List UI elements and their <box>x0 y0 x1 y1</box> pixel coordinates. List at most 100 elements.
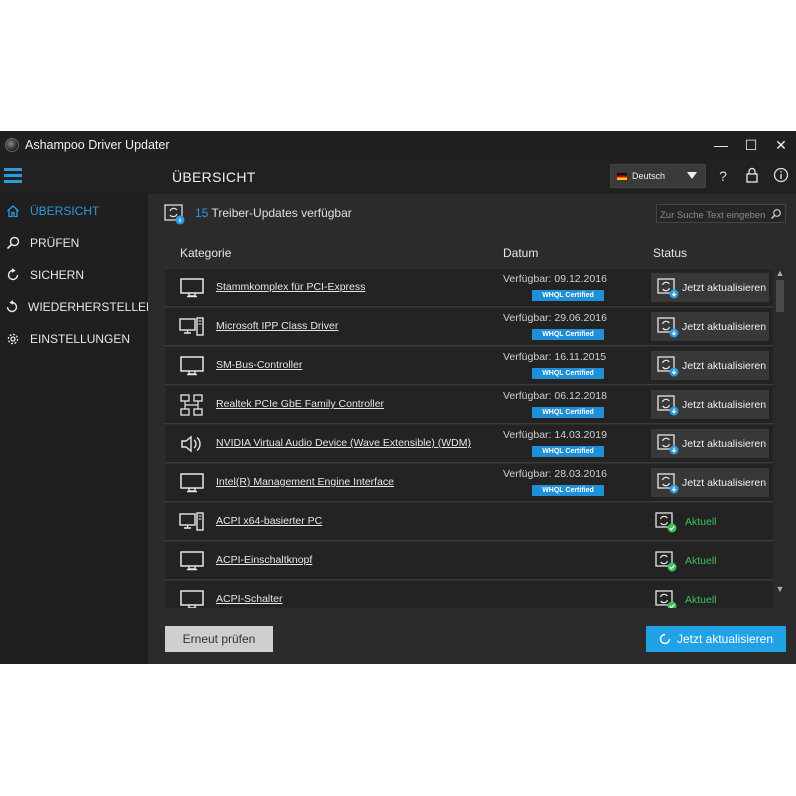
column-header-status: Status <box>653 246 688 260</box>
caret-down-icon <box>687 172 697 179</box>
up-to-date-icon <box>655 589 677 608</box>
update-all-label: Jetzt aktualisieren <box>676 632 774 646</box>
update-available-icon <box>657 394 679 416</box>
sidebar-item-label: PRÜFEN <box>30 236 80 250</box>
window-controls: — ☐ ✕ <box>706 131 796 159</box>
hamburger-menu-icon[interactable] <box>4 168 22 184</box>
update-driver-button[interactable]: Jetzt aktualisieren <box>651 429 769 458</box>
restore-icon <box>5 299 19 315</box>
column-header-date: Datum <box>503 246 539 260</box>
table-row[interactable]: ACPI-Einschaltknopf Aktuell <box>165 542 773 580</box>
sidebar-item-restore[interactable]: WIEDERHERSTELLEN <box>0 292 155 322</box>
update-driver-button[interactable]: Jetzt aktualisieren <box>651 312 769 341</box>
driver-name-link[interactable]: Microsoft IPP Class Driver <box>216 320 338 332</box>
whql-badge: WHQL Certified <box>532 368 604 379</box>
whql-badge: WHQL Certified <box>532 446 604 457</box>
sidebar-item-overview[interactable]: ÜBERSICHT <box>0 196 148 226</box>
status-current: Aktuell <box>655 511 717 533</box>
table-row[interactable]: Stammkomplex für PCI-Express Verfügbar: 0… <box>165 269 773 307</box>
driver-name-link[interactable]: Stammkomplex für PCI-Express <box>216 281 365 293</box>
sidebar-item-check[interactable]: PRÜFEN <box>0 228 148 258</box>
status-current-label: Aktuell <box>685 516 717 528</box>
table-row[interactable]: ACPI-Schalter Aktuell <box>165 581 773 608</box>
available-date: Verfügbar: 29.06.2016 <box>503 312 607 324</box>
status-current-label: Aktuell <box>685 594 717 606</box>
search-icon[interactable] <box>770 207 782 219</box>
update-button-label: Jetzt aktualisieren <box>682 281 767 294</box>
close-button[interactable]: ✕ <box>766 131 796 159</box>
maximize-button[interactable]: ☐ <box>736 131 766 159</box>
network-icon <box>179 394 205 416</box>
lock-icon[interactable] <box>743 167 761 185</box>
driver-name-link[interactable]: NVIDIA Virtual Audio Device (Wave Extens… <box>216 437 471 449</box>
search-input[interactable] <box>657 207 769 224</box>
table-row[interactable]: ACPI x64-basierter PC Aktuell <box>165 503 773 541</box>
whql-badge: WHQL Certified <box>532 329 604 340</box>
backup-icon <box>5 267 21 283</box>
monitor-icon <box>179 589 205 608</box>
update-button-label: Jetzt aktualisieren <box>682 359 767 372</box>
search-icon <box>5 235 21 251</box>
update-available-icon <box>657 433 679 455</box>
update-available-icon <box>657 355 679 377</box>
scroll-down-icon[interactable]: ▼ <box>775 584 785 594</box>
german-flag-icon <box>617 172 627 180</box>
table-header: Kategorie Datum Status <box>165 238 787 266</box>
sidebar-item-backup[interactable]: SICHERN <box>0 260 148 290</box>
language-label: Deutsch <box>632 171 666 181</box>
available-date: Verfügbar: 16.11.2015 <box>503 351 607 363</box>
info-icon[interactable] <box>772 167 790 185</box>
table-row[interactable]: Realtek PCIe GbE Family Controller Verfüg… <box>165 386 773 424</box>
whql-badge: WHQL Certified <box>532 290 604 301</box>
available-date: Verfügbar: 14.03.2019 <box>503 429 607 441</box>
table-row[interactable]: NVIDIA Virtual Audio Device (Wave Extens… <box>165 425 773 463</box>
refresh-icon <box>659 633 671 645</box>
sidebar-item-label: EINSTELLUNGEN <box>30 332 131 346</box>
update-available-icon <box>657 316 679 338</box>
driver-table: Kategorie Datum Status Stammkomplex für … <box>165 238 787 608</box>
sidebar: ÜBERSICHT PRÜFEN SICHERN WIEDERHERSTELLE… <box>0 194 155 664</box>
driver-name-link[interactable]: ACPI-Einschaltknopf <box>216 554 312 566</box>
recheck-button[interactable]: Erneut prüfen <box>165 626 273 652</box>
table-row[interactable]: SM-Bus-Controller Verfügbar: 16.11.2015 WH… <box>165 347 773 385</box>
driver-update-icon <box>164 203 186 225</box>
language-select[interactable]: Deutsch <box>610 164 706 188</box>
up-to-date-icon <box>655 511 677 533</box>
whql-badge: WHQL Certified <box>532 407 604 418</box>
driver-name-link[interactable]: SM-Bus-Controller <box>216 359 302 371</box>
update-all-button[interactable]: Jetzt aktualisieren <box>646 626 786 652</box>
updates-summary-text: Treiber-Updates verfügbar <box>211 206 352 220</box>
driver-name-link[interactable]: ACPI-Schalter <box>216 593 283 605</box>
update-driver-button[interactable]: Jetzt aktualisieren <box>651 468 769 497</box>
sidebar-item-label: ÜBERSICHT <box>30 204 100 218</box>
update-driver-button[interactable]: Jetzt aktualisieren <box>651 390 769 419</box>
sidebar-item-label: SICHERN <box>30 268 85 282</box>
sidebar-item-label: WIEDERHERSTELLEN <box>28 300 155 314</box>
table-row[interactable]: Intel(R) Management Engine Interface Verf… <box>165 464 773 502</box>
driver-name-link[interactable]: Intel(R) Management Engine Interface <box>216 476 394 488</box>
help-icon[interactable]: ? <box>714 167 732 185</box>
search-box <box>656 204 786 224</box>
monitor-icon <box>179 472 205 494</box>
app-logo-icon <box>5 138 19 152</box>
scrollbar[interactable]: ▲ ▼ <box>773 266 787 608</box>
update-available-icon <box>657 277 679 299</box>
available-date: Verfügbar: 28.03.2016 <box>503 468 607 480</box>
available-date: Verfügbar: 09.12.2016 <box>503 273 607 285</box>
sidebar-item-settings[interactable]: EINSTELLUNGEN <box>0 324 148 354</box>
update-driver-button[interactable]: Jetzt aktualisieren <box>651 351 769 380</box>
whql-badge: WHQL Certified <box>532 485 604 496</box>
update-button-label: Jetzt aktualisieren <box>682 476 767 489</box>
scroll-thumb[interactable] <box>776 280 784 312</box>
home-icon <box>5 203 21 219</box>
update-button-label: Jetzt aktualisieren <box>682 437 767 450</box>
update-button-label: Jetzt aktualisieren <box>682 320 767 333</box>
minimize-button[interactable]: — <box>706 131 736 159</box>
table-row[interactable]: Microsoft IPP Class Driver Verfügbar: 29.… <box>165 308 773 346</box>
scroll-up-icon[interactable]: ▲ <box>775 268 785 278</box>
main-panel: 15 Treiber-Updates verfügbar Kategorie D… <box>148 194 796 664</box>
driver-name-link[interactable]: ACPI x64-basierter PC <box>216 515 322 527</box>
update-driver-button[interactable]: Jetzt aktualisieren <box>651 273 769 302</box>
status-current: Aktuell <box>655 589 717 608</box>
driver-name-link[interactable]: Realtek PCIe GbE Family Controller <box>216 398 384 410</box>
